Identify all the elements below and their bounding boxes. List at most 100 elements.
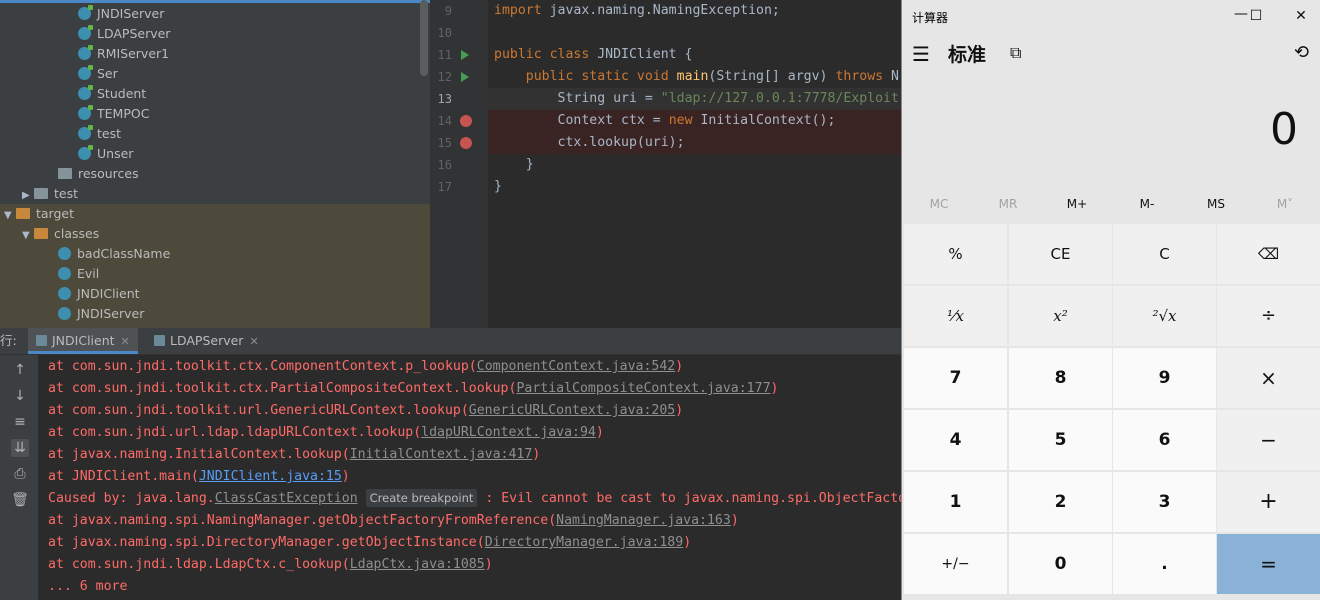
digit-0-button[interactable]: 0 [1009,534,1112,594]
soft-wrap-icon[interactable]: ≡ [11,413,29,431]
source-link[interactable]: ldapURLContext.java:94 [421,425,596,440]
breakpoint-icon[interactable] [460,115,472,127]
digit-4-button[interactable]: 4 [904,410,1007,470]
digit-3-button[interactable]: 3 [1113,472,1216,532]
close-icon[interactable]: ✕ [249,335,258,348]
close-icon[interactable]: ✕ [1289,6,1313,26]
source-link[interactable]: NamingManager.java:163 [556,513,731,528]
digit-7-button[interactable]: 7 [904,348,1007,408]
source-link[interactable]: ComponentContext.java:542 [477,359,676,374]
project-tree: JNDIServer LDAPServer RMIServer1 Ser Stu… [0,0,430,328]
digit-1-button[interactable]: 1 [904,472,1007,532]
source-link[interactable]: DirectoryManager.java:189 [485,535,684,550]
chevron-down-icon[interactable]: ▼ [22,226,34,246]
console-line: at javax.naming.spi.DirectoryManager.get… [48,532,691,554]
console-line: at com.sun.jndi.toolkit.ctx.ComponentCon… [48,356,683,378]
multiply-button[interactable]: × [1217,348,1320,408]
add-button[interactable]: + [1217,472,1320,532]
source-link[interactable]: PartialCompositeContext.java:177 [516,381,770,396]
source-link[interactable]: GenericURLContext.java:205 [469,403,675,418]
tree-item[interactable]: ▶ test [22,184,78,204]
memory-recall-button[interactable]: MR [978,197,1038,211]
console-text: : Evil cannot be cast to javax.naming.sp… [477,491,902,506]
tree-item-label: classes [54,226,100,241]
arrow-down-icon[interactable]: ↓ [11,387,29,405]
digit-6-button[interactable]: 6 [1113,410,1216,470]
arrow-up-icon[interactable]: ↑ [11,361,29,379]
tree-item[interactable]: JNDIServer [78,4,164,24]
percent-button[interactable]: % [904,224,1007,284]
tree-item[interactable]: Ser [78,64,118,84]
tree-item[interactable]: Unser [78,144,133,164]
equals-button[interactable]: = [1217,534,1320,594]
tree-item[interactable]: JNDIClient [58,284,140,304]
class-file-icon [58,267,71,280]
tree-item[interactable]: Evil [58,264,99,284]
scroll-to-end-icon[interactable]: ⇊ [11,439,29,457]
memory-list-button[interactable]: M˅ [1255,197,1315,211]
square-root-button[interactable]: ²√x [1113,286,1216,346]
run-gutter-icon[interactable] [461,50,469,60]
code-line: import javax.naming.NamingException; [494,0,780,22]
tree-item[interactable]: RMIServer1 [78,44,169,64]
digit-2-button[interactable]: 2 [1009,472,1112,532]
tree-item[interactable]: JNDIServer [58,304,144,324]
tree-item[interactable]: resources [58,164,139,184]
console-output[interactable]: at com.sun.jndi.toolkit.ctx.ComponentCon… [38,355,902,600]
run-gutter-icon[interactable] [461,72,469,82]
class-icon [78,105,93,120]
exception-link[interactable]: ClassCastException [215,491,358,506]
digit-9-button[interactable]: 9 [1113,348,1216,408]
console-text: at com.sun.jndi.ldap.LdapCtx.c_lookup( [48,557,350,572]
close-icon[interactable]: ✕ [121,335,130,348]
tree-item[interactable]: LDAPServer [78,24,170,44]
tree-item[interactable]: Student [78,84,146,104]
tree-scrollbar[interactable] [420,0,428,76]
print-icon[interactable]: ⎙ [11,465,29,483]
memory-store-button[interactable]: MS [1186,197,1246,211]
clear-button[interactable]: C [1113,224,1216,284]
source-link[interactable]: LdapCtx.java:1085 [350,557,485,572]
memory-subtract-button[interactable]: M- [1117,197,1177,211]
negate-button[interactable]: +/− [904,534,1007,594]
tree-item[interactable]: TEMPOC [78,104,149,124]
console-text: ... 6 more [48,579,128,594]
code-line: public static void main(String[] argv) t… [494,66,899,88]
decimal-button[interactable]: . [1113,534,1216,594]
hamburger-menu-icon[interactable]: ☰ [912,42,930,66]
tab-ldapserver[interactable]: LDAPServer ✕ [146,328,267,354]
class-icon [78,125,93,140]
divide-button[interactable]: ÷ [1217,286,1320,346]
tab-jndiclient[interactable]: JNDIClient ✕ [28,328,138,354]
tree-item-label: JNDIClient [77,286,140,301]
memory-clear-button[interactable]: MC [909,197,969,211]
code-text: InitialContext(); [692,113,836,128]
breakpoint-icon[interactable] [460,137,472,149]
tree-item[interactable]: test [78,124,121,144]
memory-add-button[interactable]: M+ [1047,197,1107,211]
subtract-button[interactable]: − [1217,410,1320,470]
maximize-icon[interactable]: ☐ [1244,6,1268,26]
source-link[interactable]: JNDIClient.java:15 [199,469,342,484]
tree-item[interactable]: ▼ classes [22,224,99,244]
tree-item[interactable]: ▼ target [4,204,74,224]
backspace-button[interactable]: ⌫ [1217,224,1320,284]
console-line: at com.sun.jndi.toolkit.url.GenericURLCo… [48,400,683,422]
console-line: at javax.naming.spi.NamingManager.getObj… [48,510,739,532]
source-link[interactable]: InitialContext.java:417 [350,447,533,462]
code-line: ctx.lookup(uri); [494,132,685,154]
digit-5-button[interactable]: 5 [1009,410,1112,470]
reciprocal-button[interactable]: ¹⁄x [904,286,1007,346]
class-file-icon [58,307,71,320]
tree-item[interactable]: badClassName [58,244,170,264]
chevron-right-icon[interactable]: ▶ [22,186,34,206]
history-icon[interactable]: ⟲ [1294,42,1309,63]
create-breakpoint-button[interactable]: Create breakpoint [365,489,478,507]
code-editor[interactable]: 9 10 11 12 13 14 15 16 17 import javax.n… [430,0,902,328]
clear-entry-button[interactable]: CE [1009,224,1112,284]
keep-on-top-icon[interactable]: ⧉ [1010,43,1021,63]
square-button[interactable]: x² [1009,286,1112,346]
chevron-down-icon[interactable]: ▼ [4,206,16,226]
digit-8-button[interactable]: 8 [1009,348,1112,408]
trash-icon[interactable]: 🗑 [11,491,29,509]
